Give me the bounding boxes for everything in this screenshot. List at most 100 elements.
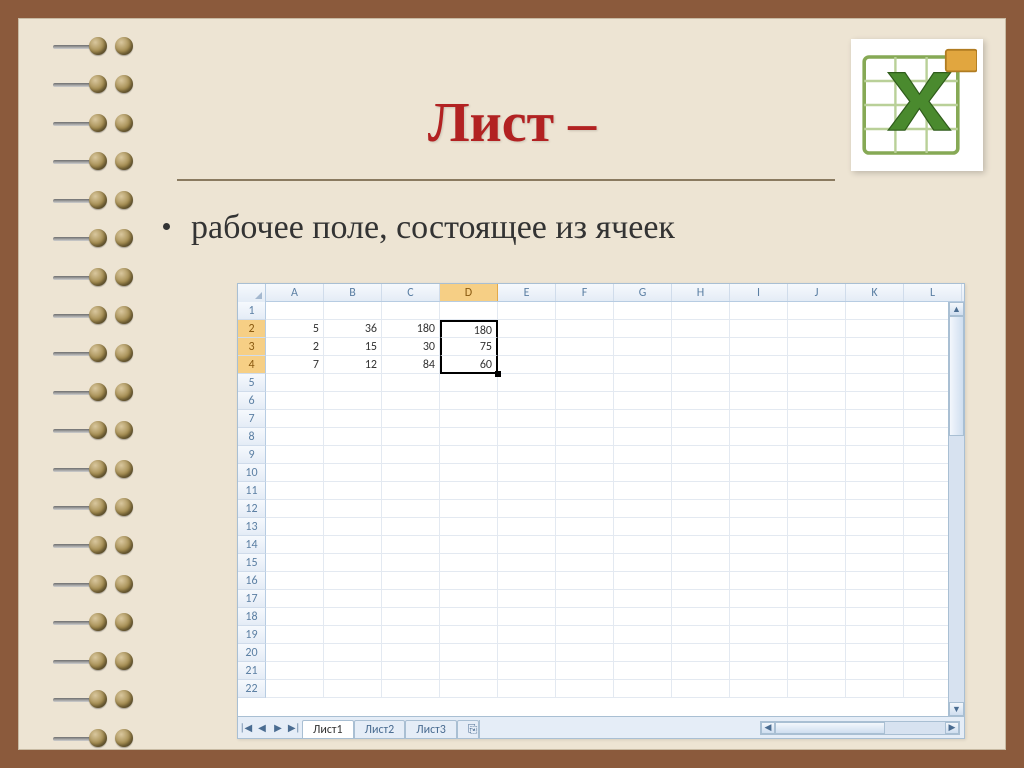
cell[interactable]: [498, 374, 556, 392]
cell[interactable]: [846, 518, 904, 536]
cell[interactable]: [788, 590, 846, 608]
cell[interactable]: [672, 338, 730, 356]
cell[interactable]: [556, 482, 614, 500]
cell[interactable]: [846, 338, 904, 356]
row-header[interactable]: 16: [238, 572, 266, 590]
cell[interactable]: [672, 374, 730, 392]
cell[interactable]: [382, 644, 440, 662]
cell[interactable]: [556, 356, 614, 374]
cell[interactable]: [614, 590, 672, 608]
cell[interactable]: [788, 302, 846, 320]
cell[interactable]: [846, 356, 904, 374]
cell[interactable]: [440, 464, 498, 482]
cell[interactable]: [440, 662, 498, 680]
cell[interactable]: [440, 410, 498, 428]
cell[interactable]: [788, 680, 846, 698]
cell[interactable]: [730, 626, 788, 644]
cell[interactable]: [382, 590, 440, 608]
row-header[interactable]: 1: [238, 302, 266, 320]
cell[interactable]: [498, 446, 556, 464]
row-header[interactable]: 10: [238, 464, 266, 482]
cell[interactable]: [614, 410, 672, 428]
cell[interactable]: [788, 536, 846, 554]
cell[interactable]: [788, 410, 846, 428]
cell[interactable]: [440, 374, 498, 392]
cell[interactable]: [266, 302, 324, 320]
cell[interactable]: [324, 518, 382, 536]
cell[interactable]: [498, 608, 556, 626]
column-header[interactable]: C: [382, 284, 440, 301]
cell[interactable]: [266, 374, 324, 392]
cell[interactable]: [266, 392, 324, 410]
cell[interactable]: [614, 356, 672, 374]
cell[interactable]: [730, 356, 788, 374]
cell[interactable]: [266, 446, 324, 464]
scroll-up-icon[interactable]: ▲: [949, 302, 964, 316]
cell[interactable]: [672, 662, 730, 680]
row-header[interactable]: 8: [238, 428, 266, 446]
scroll-thumb[interactable]: [949, 316, 964, 436]
cell[interactable]: [614, 320, 672, 338]
cell[interactable]: 30: [382, 338, 440, 356]
cell[interactable]: [556, 644, 614, 662]
cell[interactable]: [846, 608, 904, 626]
cell[interactable]: [614, 302, 672, 320]
cell[interactable]: [730, 590, 788, 608]
hscroll-thumb[interactable]: [775, 722, 885, 734]
select-all-corner[interactable]: [238, 284, 266, 302]
cell[interactable]: [324, 590, 382, 608]
row-header[interactable]: 13: [238, 518, 266, 536]
cell[interactable]: [730, 482, 788, 500]
cell[interactable]: [788, 518, 846, 536]
cell[interactable]: [614, 500, 672, 518]
nav-next-button[interactable]: ▶: [270, 718, 286, 738]
sheet-tab[interactable]: Лист3: [405, 720, 457, 738]
cell[interactable]: [498, 680, 556, 698]
row-header[interactable]: 9: [238, 446, 266, 464]
cell[interactable]: [324, 464, 382, 482]
cell[interactable]: [498, 662, 556, 680]
cell[interactable]: [846, 536, 904, 554]
row-header[interactable]: 15: [238, 554, 266, 572]
cell[interactable]: [846, 320, 904, 338]
cell[interactable]: [382, 392, 440, 410]
scroll-down-icon[interactable]: ▼: [949, 702, 964, 716]
cell[interactable]: [672, 590, 730, 608]
cell[interactable]: [556, 626, 614, 644]
cell[interactable]: 60: [440, 356, 498, 374]
cell[interactable]: [730, 410, 788, 428]
cell[interactable]: [788, 320, 846, 338]
cell[interactable]: [440, 644, 498, 662]
cell[interactable]: [440, 590, 498, 608]
cell[interactable]: [614, 680, 672, 698]
cell[interactable]: [382, 374, 440, 392]
cell[interactable]: [266, 410, 324, 428]
cell[interactable]: 12: [324, 356, 382, 374]
row-header[interactable]: 11: [238, 482, 266, 500]
cell[interactable]: [382, 464, 440, 482]
row-header[interactable]: 21: [238, 662, 266, 680]
cell[interactable]: [788, 662, 846, 680]
cell[interactable]: [672, 500, 730, 518]
cell[interactable]: [614, 518, 672, 536]
cell[interactable]: [266, 644, 324, 662]
cell[interactable]: [846, 500, 904, 518]
cell[interactable]: [498, 644, 556, 662]
cell[interactable]: [672, 554, 730, 572]
cell[interactable]: [382, 482, 440, 500]
cell[interactable]: [382, 626, 440, 644]
horizontal-scrollbar[interactable]: ◀ ▶: [760, 721, 960, 735]
cell[interactable]: [382, 572, 440, 590]
cell[interactable]: 15: [324, 338, 382, 356]
cell[interactable]: [788, 500, 846, 518]
cell[interactable]: [382, 446, 440, 464]
cell[interactable]: [614, 482, 672, 500]
cell[interactable]: [266, 500, 324, 518]
row-header[interactable]: 3: [238, 338, 266, 356]
cell[interactable]: [730, 446, 788, 464]
cell[interactable]: [498, 356, 556, 374]
cell[interactable]: [672, 320, 730, 338]
cell[interactable]: [556, 536, 614, 554]
cell[interactable]: [788, 482, 846, 500]
cell[interactable]: [672, 410, 730, 428]
